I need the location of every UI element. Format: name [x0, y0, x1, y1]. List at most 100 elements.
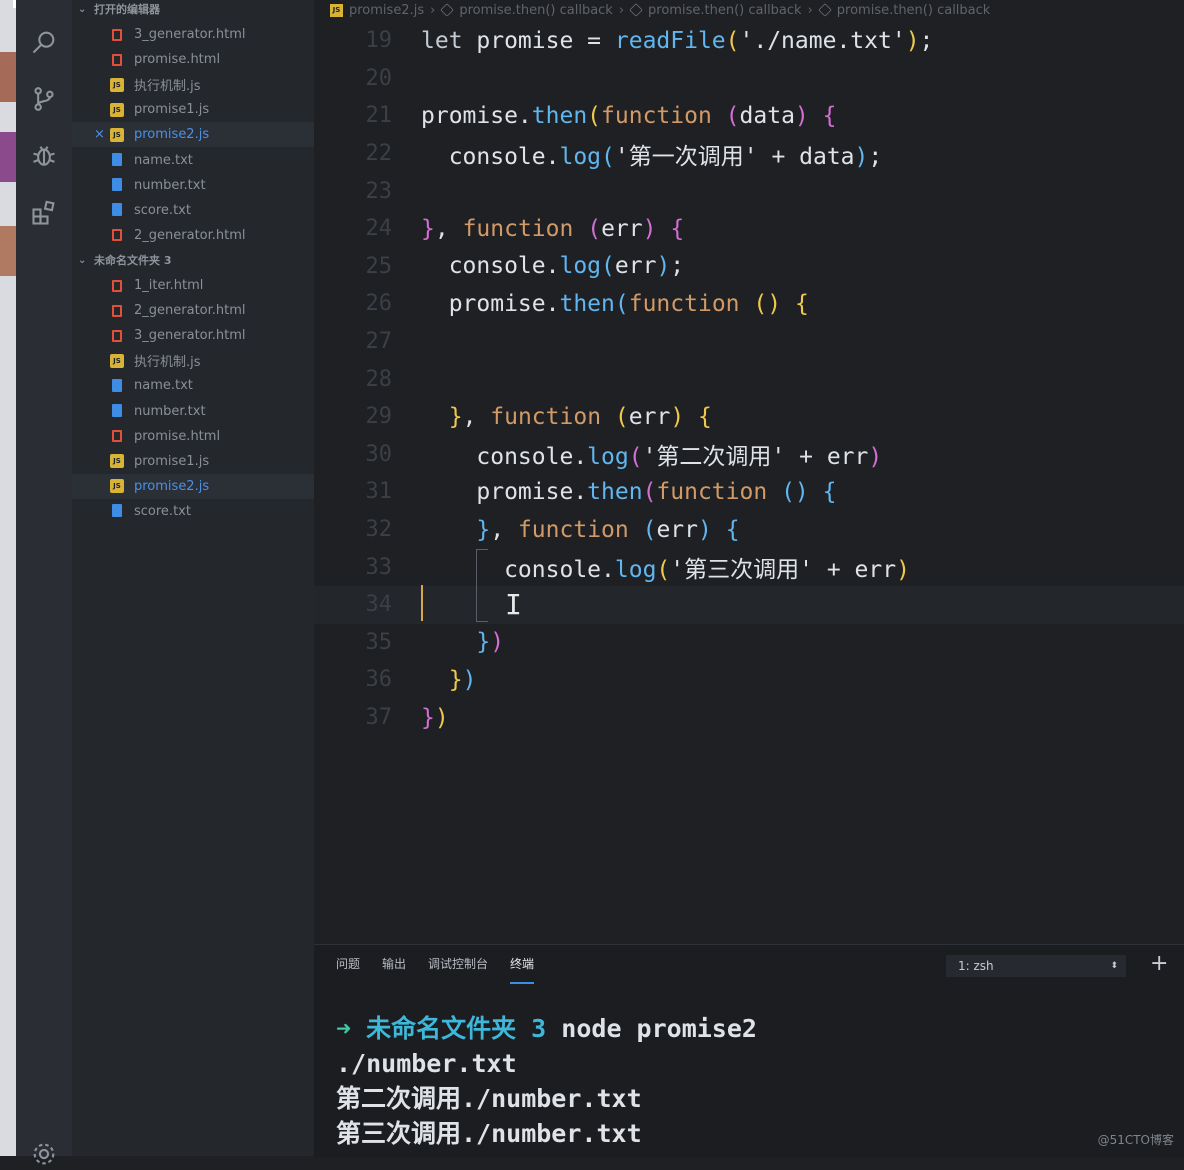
txt-file-icon — [110, 404, 124, 418]
file-item[interactable]: JS promise2.js — [72, 473, 314, 499]
breadcrumb-item[interactable]: promise.then() callback — [648, 3, 802, 18]
code-line: 23 — [314, 172, 1184, 210]
file-item[interactable]: 3_generator.html — [72, 323, 314, 348]
file-item[interactable]: × JS promise2.js — [72, 122, 314, 148]
terminal-select[interactable]: 1: zsh ⬍ — [946, 955, 1126, 977]
code-text: promise.then(function (data) { — [421, 102, 837, 129]
prompt-folder: 未命名文件夹 3 — [366, 1014, 547, 1043]
html-file-icon — [110, 304, 124, 318]
new-terminal-button[interactable]: + — [1150, 951, 1168, 976]
line-number: 36 — [365, 667, 393, 693]
line-number: 26 — [365, 291, 393, 317]
html-file-icon — [110, 28, 124, 42]
bracket-guide — [476, 549, 488, 550]
file-item[interactable]: name.txt — [72, 373, 314, 398]
code-line: 29 }, function (err) { — [314, 398, 1184, 436]
code-line: 33 console.log('第三次调用' + err) — [314, 548, 1184, 586]
file-name: promise2.js — [134, 478, 210, 494]
code-text: console.log('第二次调用' + err) — [421, 444, 883, 471]
file-item[interactable]: number.txt — [72, 399, 314, 424]
line-number: 35 — [365, 629, 393, 655]
extensions-icon[interactable] — [28, 197, 60, 229]
select-arrows-icon: ⬍ — [1110, 961, 1118, 971]
terminal-output[interactable]: ➜ 未命名文件夹 3 node promise2 ./number.txt 第二… — [336, 1011, 757, 1151]
folder-header[interactable]: ⌄ 未命名文件夹 3 — [78, 249, 171, 271]
file-item[interactable]: promise.html — [72, 424, 314, 449]
method-cube-icon — [629, 3, 643, 17]
line-number: 29 — [365, 404, 393, 430]
file-item[interactable]: 1_iter.html — [72, 273, 314, 298]
txt-file-icon — [110, 203, 124, 217]
line-number: 34 — [365, 592, 393, 618]
file-name: 1_iter.html — [134, 278, 204, 293]
line-number: 32 — [365, 517, 393, 543]
chevron-right-icon: › — [807, 2, 813, 18]
line-number: 33 — [365, 554, 393, 580]
line-number: 28 — [365, 366, 393, 392]
file-item[interactable]: score.txt — [72, 499, 314, 524]
tab-problems[interactable]: 问题 — [336, 955, 360, 978]
breadcrumb-item[interactable]: promise.then() callback — [459, 3, 613, 18]
file-item[interactable]: name.txt — [72, 148, 314, 173]
html-file-icon — [110, 429, 124, 443]
html-file-icon — [110, 329, 124, 343]
txt-file-icon — [110, 178, 124, 192]
tab-debug-console[interactable]: 调试控制台 — [428, 955, 488, 978]
terminal-line: 第二次调用./number.txt — [336, 1084, 642, 1113]
file-item[interactable]: score.txt — [72, 198, 314, 223]
text-cursor — [421, 585, 423, 621]
file-name: number.txt — [134, 177, 206, 193]
breadcrumb-item[interactable]: promise.then() callback — [837, 3, 991, 18]
line-number: 22 — [365, 141, 393, 167]
open-editors-header[interactable]: ⌄ 打开的编辑器 — [78, 0, 160, 20]
file-item[interactable]: number.txt — [72, 173, 314, 198]
breadcrumb-file[interactable]: promise2.js — [349, 3, 424, 18]
file-name: 3_generator.html — [134, 328, 246, 344]
method-cube-icon — [440, 3, 455, 17]
code-line: 25 console.log(err); — [314, 248, 1184, 286]
search-icon[interactable] — [28, 26, 60, 58]
code-editor[interactable]: JS promise2.js › promise.then() callback… — [314, 0, 1184, 944]
file-name: 3_generator.html — [134, 27, 246, 42]
activity-bar — [16, 0, 72, 1165]
chevron-down-icon: ⌄ — [78, 3, 87, 15]
tab-terminal[interactable]: 终端 — [510, 955, 535, 984]
debug-icon[interactable] — [28, 140, 60, 172]
code-text: }) — [421, 704, 449, 731]
file-item[interactable]: JS promise1.js — [72, 97, 314, 122]
panel-tabs: 问题 输出 调试控制台 终端 — [336, 955, 535, 984]
chevron-right-icon: › — [430, 2, 436, 18]
html-file-icon — [110, 228, 124, 242]
file-item[interactable]: 2_generator.html — [72, 298, 314, 323]
terminal-line: ./number.txt — [336, 1049, 517, 1078]
line-number: 24 — [365, 216, 393, 242]
file-name: 执行机制.js — [134, 355, 201, 371]
file-item[interactable]: promise.html — [72, 47, 314, 72]
line-number: 27 — [365, 329, 393, 355]
file-item[interactable]: JS promise1.js — [72, 449, 314, 474]
txt-file-icon — [110, 153, 124, 167]
prompt-command: node promise2 — [561, 1014, 757, 1043]
code-line: 35 }) — [314, 624, 1184, 662]
js-file-icon: JS — [110, 479, 124, 494]
tab-output[interactable]: 输出 — [382, 955, 406, 978]
source-control-icon[interactable] — [28, 83, 60, 115]
line-number: 23 — [365, 178, 393, 204]
code-text: console.log('第一次调用' + data); — [421, 143, 883, 170]
settings-gear-icon[interactable] — [28, 1138, 60, 1170]
file-name: name.txt — [134, 152, 193, 168]
file-item[interactable]: JS 执行机制.js — [72, 72, 314, 97]
close-icon[interactable]: × — [94, 127, 105, 142]
code-line: 37}) — [314, 699, 1184, 737]
file-item[interactable]: 2_generator.html — [72, 223, 314, 248]
file-item[interactable]: 3_generator.html — [72, 22, 314, 47]
file-item[interactable]: JS 执行机制.js — [72, 348, 314, 373]
code-text: }, function (err) { — [448, 403, 712, 430]
code-line: 28 — [314, 360, 1184, 398]
code-line: 34 — [314, 586, 1184, 624]
line-number: 20 — [365, 65, 393, 91]
watermark: @51CTO博客 — [1097, 1133, 1174, 1147]
file-name: score.txt — [134, 202, 191, 218]
line-number: 30 — [365, 441, 393, 467]
code-text: let promise = readFile('./name.txt'); — [421, 27, 934, 54]
